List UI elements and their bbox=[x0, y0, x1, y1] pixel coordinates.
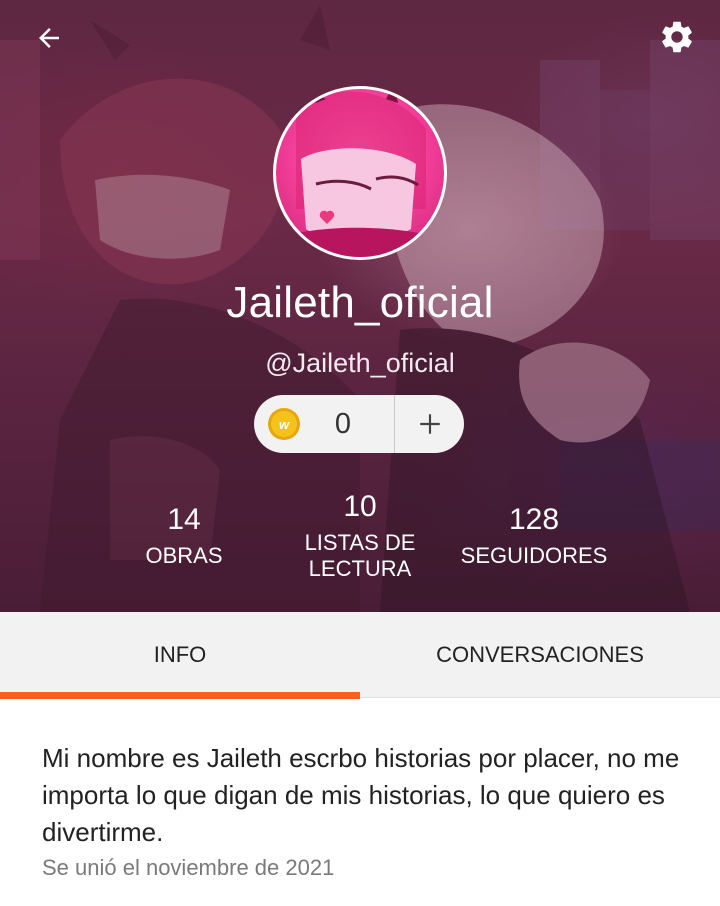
add-coins-button[interactable] bbox=[395, 395, 464, 453]
profile-bio: Mi nombre es Jaileth escrbo historias po… bbox=[42, 743, 680, 847]
coin-balance[interactable]: w 0 bbox=[254, 395, 394, 453]
stat-followers[interactable]: 128 SEGUIDORES bbox=[444, 503, 624, 569]
stat-reading-lists-label: LISTAS DE LECTURA bbox=[304, 530, 416, 581]
stat-works-value: 14 bbox=[167, 503, 201, 536]
avatar[interactable] bbox=[273, 86, 447, 260]
stat-followers-value: 128 bbox=[508, 503, 560, 536]
arrow-left-icon bbox=[39, 28, 59, 48]
settings-button[interactable] bbox=[653, 13, 701, 61]
coin-count: 0 bbox=[334, 407, 352, 440]
tab-conversations-label: CONVERSACIONES bbox=[436, 642, 644, 667]
profile-header: Jaileth_oficial @Jaileth_oficial w 0 14 … bbox=[0, 0, 720, 612]
stat-reading-lists-value: 10 bbox=[343, 490, 377, 523]
stat-reading-lists[interactable]: 10 LISTAS DE LECTURA bbox=[280, 490, 440, 582]
stat-works[interactable]: 14 OBRAS bbox=[114, 503, 254, 569]
tab-info[interactable]: INFO bbox=[0, 612, 360, 699]
stat-works-label: OBRAS bbox=[145, 543, 223, 568]
profile-username: Jaileth_oficial bbox=[226, 278, 494, 327]
plus-icon bbox=[419, 414, 440, 434]
join-date: Se unió el noviembre de 2021 bbox=[42, 855, 335, 880]
profile-handle: @Jaileth_oficial bbox=[265, 348, 455, 378]
svg-text:w: w bbox=[279, 417, 290, 432]
avatar-image bbox=[276, 89, 444, 257]
tab-conversations[interactable]: CONVERSACIONES bbox=[360, 612, 720, 698]
coins-widget: w 0 bbox=[254, 395, 464, 453]
stat-followers-label: SEGUIDORES bbox=[460, 543, 608, 568]
tab-info-label: INFO bbox=[153, 642, 207, 667]
profile-tabs: INFO CONVERSACIONES bbox=[0, 612, 720, 699]
gear-icon bbox=[662, 21, 692, 53]
wattpad-coin-icon: w bbox=[268, 408, 300, 440]
active-tab-indicator bbox=[0, 692, 360, 699]
back-button[interactable] bbox=[25, 14, 73, 62]
